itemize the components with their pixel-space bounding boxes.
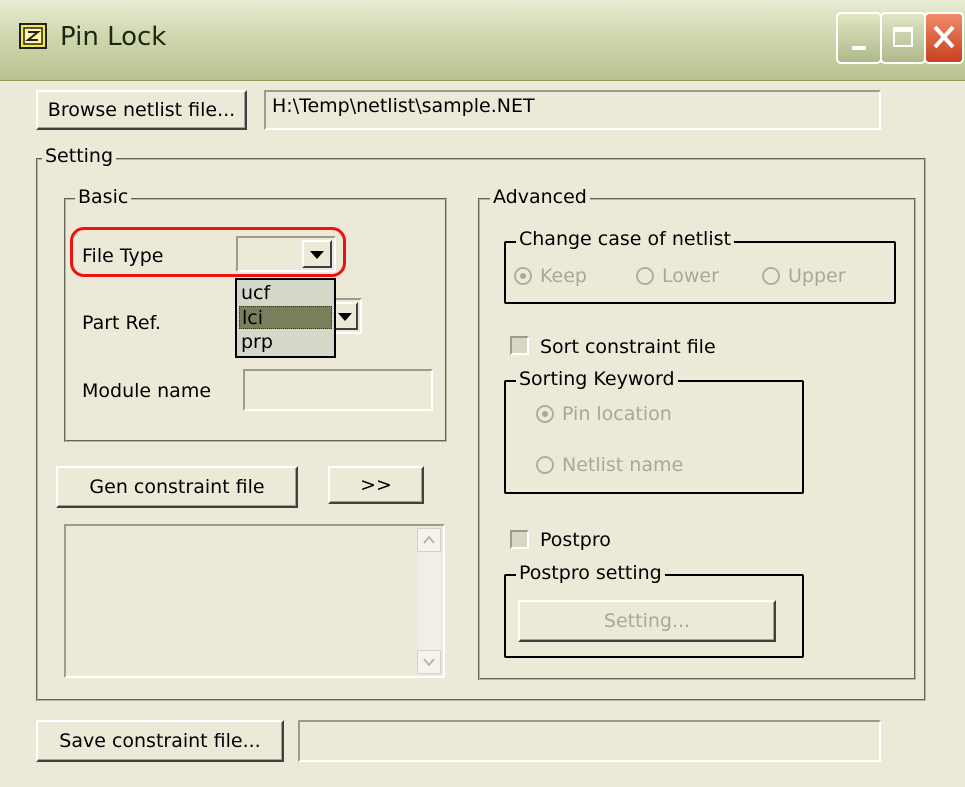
sort-constraint-label: Sort constraint file bbox=[540, 336, 716, 358]
maximize-button[interactable] bbox=[880, 12, 926, 64]
case-keep-radio[interactable] bbox=[514, 267, 532, 285]
save-constraint-file-label: Save constraint file... bbox=[59, 730, 261, 752]
sort-constraint-checkbox[interactable] bbox=[510, 336, 529, 355]
chevron-down-icon bbox=[423, 658, 435, 667]
vertical-scrollbar[interactable] bbox=[417, 528, 441, 674]
save-path-field[interactable] bbox=[298, 720, 881, 762]
case-keep-label: Keep bbox=[540, 265, 587, 287]
netlist-path-field[interactable]: H:\Temp\netlist\sample.NET bbox=[264, 90, 881, 130]
sort-netlist-name-radio[interactable] bbox=[536, 456, 554, 474]
expand-button[interactable]: >> bbox=[328, 466, 424, 504]
close-button[interactable] bbox=[924, 12, 964, 64]
case-lower-label: Lower bbox=[662, 265, 719, 287]
chevron-down-icon bbox=[338, 313, 352, 321]
advanced-legend: Advanced bbox=[490, 186, 590, 208]
pin-lock-window: Pin Lock Browse netlist file... H:\Temp\… bbox=[0, 0, 965, 787]
window-title: Pin Lock bbox=[60, 22, 167, 52]
minimize-button[interactable] bbox=[836, 12, 882, 64]
postpro-setting-button[interactable]: Setting... bbox=[518, 600, 776, 642]
postpro-label: Postpro bbox=[540, 529, 611, 551]
case-upper-label: Upper bbox=[788, 265, 846, 287]
postpro-setting-label: Setting... bbox=[603, 610, 691, 632]
gen-constraint-file-label: Gen constraint file bbox=[89, 476, 265, 498]
netlist-path-value: H:\Temp\netlist\sample.NET bbox=[272, 95, 535, 117]
module-name-label: Module name bbox=[82, 380, 212, 402]
case-upper-radio[interactable] bbox=[762, 267, 780, 285]
chevron-up-icon bbox=[423, 535, 435, 544]
change-case-legend: Change case of netlist bbox=[516, 228, 734, 250]
browse-netlist-button[interactable]: Browse netlist file... bbox=[36, 90, 247, 130]
file-type-dropdown-list[interactable]: ucf lci prp bbox=[235, 278, 336, 358]
module-name-field[interactable] bbox=[243, 369, 433, 411]
chip-icon bbox=[18, 22, 50, 52]
dropdown-item-ucf[interactable]: ucf bbox=[239, 282, 332, 305]
sorting-keyword-legend: Sorting Keyword bbox=[516, 368, 678, 390]
sort-pin-location-label: Pin location bbox=[562, 403, 672, 425]
sort-netlist-name-label: Netlist name bbox=[562, 454, 684, 476]
gen-constraint-file-button[interactable]: Gen constraint file bbox=[56, 466, 298, 508]
file-type-highlight-ring bbox=[70, 227, 346, 277]
dropdown-item-prp[interactable]: prp bbox=[239, 331, 332, 354]
sorting-keyword-group bbox=[504, 380, 804, 494]
dropdown-item-lci[interactable]: lci bbox=[239, 306, 332, 329]
sort-pin-location-radio[interactable] bbox=[536, 405, 554, 423]
scroll-up-button[interactable] bbox=[417, 528, 441, 552]
part-ref-label: Part Ref. bbox=[82, 312, 161, 334]
expand-label: >> bbox=[360, 474, 392, 496]
output-textarea[interactable] bbox=[64, 524, 445, 678]
setting-legend: Setting bbox=[42, 145, 117, 167]
title-bar[interactable]: Pin Lock bbox=[0, 0, 965, 81]
save-constraint-file-button[interactable]: Save constraint file... bbox=[36, 720, 284, 762]
case-lower-radio[interactable] bbox=[636, 267, 654, 285]
browse-netlist-label: Browse netlist file... bbox=[47, 99, 236, 121]
basic-legend: Basic bbox=[75, 186, 132, 208]
postpro-checkbox[interactable] bbox=[510, 530, 529, 549]
scroll-down-button[interactable] bbox=[417, 650, 441, 674]
postpro-setting-legend: Postpro setting bbox=[516, 562, 665, 584]
